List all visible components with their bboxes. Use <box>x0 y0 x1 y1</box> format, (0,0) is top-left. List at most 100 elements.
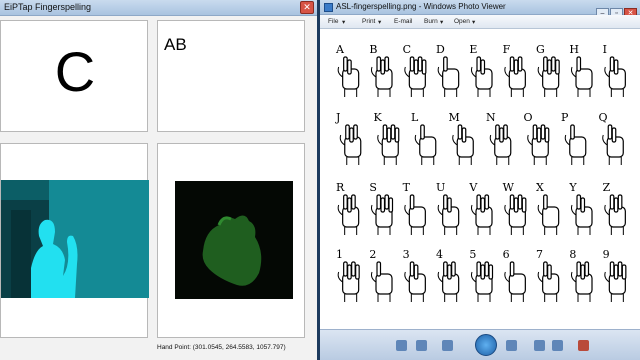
asl-sign-y: Y <box>568 181 593 235</box>
asl-sign-i: I <box>603 43 626 97</box>
asl-sign-label: Z <box>603 181 611 194</box>
hand-point-status: Hand Point: (301.0545, 264.5583, 1057.79… <box>157 344 286 351</box>
previous-icon[interactable] <box>442 340 453 351</box>
asl-sign-label: U <box>436 181 445 194</box>
window-controls: – ▫ ✕ <box>595 2 637 19</box>
asl-sign-7: 7 <box>536 248 560 302</box>
asl-sign-j: J <box>335 111 362 165</box>
asl-sign-label: O <box>524 111 533 124</box>
asl-sign-1: 1 <box>336 248 360 302</box>
asl-sign-c: C <box>403 43 427 97</box>
asl-sign-q: Q <box>599 111 624 165</box>
asl-sign-label: J <box>335 111 340 124</box>
asl-sign-label: Q <box>599 111 608 124</box>
asl-sign-r: R <box>336 181 360 235</box>
hand-segmentation-image <box>175 181 293 299</box>
menu-burn[interactable]: Burn <box>424 18 438 25</box>
asl-sign-h: H <box>569 43 593 97</box>
asl-sign-label: L <box>411 111 419 124</box>
menu-email[interactable]: E-mail <box>394 18 412 25</box>
depth-camera-image <box>1 180 149 298</box>
asl-sign-label: R <box>336 181 345 194</box>
photo-viewer-icon <box>324 3 333 12</box>
asl-sign-e: E <box>469 43 493 97</box>
asl-sign-label: 9 <box>603 248 610 261</box>
asl-sign-p: P <box>561 111 587 165</box>
fit-icon[interactable] <box>416 340 427 351</box>
slideshow-button[interactable] <box>475 334 497 356</box>
asl-sign-label: 5 <box>469 248 476 261</box>
asl-sign-d: D <box>436 43 460 97</box>
asl-sign-label: N <box>486 111 496 124</box>
next-icon[interactable] <box>506 340 517 351</box>
app-client-area: C AB Hand Point: (301.0545, 264.5583, 10… <box>0 16 317 360</box>
asl-sign-label: P <box>561 111 569 124</box>
asl-sign-label: M <box>449 111 460 124</box>
rotate-left-icon[interactable] <box>534 340 545 351</box>
asl-sign-label: 4 <box>436 248 443 261</box>
asl-sign-label: A <box>335 43 345 56</box>
asl-sign-o: O <box>524 111 550 165</box>
title-bar[interactable]: EiPTap Fingerspelling ✕ <box>0 0 317 16</box>
asl-sign-4: 4 <box>436 248 460 302</box>
asl-sign-8: 8 <box>569 248 593 302</box>
asl-sign-w: W <box>503 181 527 235</box>
asl-sign-label: G <box>536 43 545 56</box>
asl-sign-label: B <box>369 43 377 56</box>
current-letter: C <box>54 40 96 103</box>
asl-sign-label: 7 <box>536 248 543 261</box>
asl-sign-label: Y <box>568 181 577 194</box>
asl-sign-l: L <box>411 111 437 165</box>
hand-view-panel <box>157 143 305 338</box>
asl-sign-n: N <box>486 111 512 165</box>
asl-sign-label: I <box>603 43 607 56</box>
rotate-right-icon[interactable] <box>552 340 563 351</box>
menu-bar: File ▾ Print ▾ E-mail Burn ▾ Open ▾ <box>320 15 640 29</box>
current-letter-panel: C <box>0 20 148 132</box>
asl-sign-k: K <box>374 111 400 165</box>
asl-sign-label: 8 <box>569 248 576 261</box>
asl-fingerspelling-chart: A B C D E F G H I J K L M N O P Q R S T U V W X Y Z 1 2 3 4 5 6 7 8 9 <box>335 43 627 302</box>
asl-sign-label: X <box>536 181 544 194</box>
navigation-bar <box>320 329 640 360</box>
asl-sign-b: B <box>369 43 393 97</box>
asl-sign-m: M <box>449 111 474 165</box>
asl-sign-u: U <box>436 181 460 235</box>
asl-sign-label: C <box>403 43 411 56</box>
asl-sign-label: 2 <box>369 248 376 261</box>
asl-sign-label: 6 <box>503 248 510 261</box>
asl-sign-2: 2 <box>369 248 393 302</box>
asl-sign-label: T <box>403 181 411 194</box>
menu-file[interactable]: File <box>328 18 338 25</box>
asl-sign-6: 6 <box>503 248 526 302</box>
asl-sign-label: W <box>503 181 515 194</box>
fingerspelling-window: EiPTap Fingerspelling ✕ C AB Hand Point:… <box>0 0 317 360</box>
menu-print[interactable]: Print <box>362 18 375 25</box>
window-title: ASL-fingerspelling.png - Windows Photo V… <box>336 2 506 11</box>
asl-sign-9: 9 <box>603 248 627 302</box>
zoom-icon[interactable] <box>396 340 407 351</box>
title-bar[interactable]: ASL-fingerspelling.png - Windows Photo V… <box>320 0 640 19</box>
asl-sign-label: S <box>369 181 377 194</box>
asl-sign-label: 3 <box>403 248 410 261</box>
asl-sign-3: 3 <box>403 248 426 302</box>
image-view[interactable]: A B C D E F G H I J K L M N O P Q R S T U V W X Y Z 1 2 3 4 5 6 7 8 9 <box>320 29 640 329</box>
asl-sign-g: G <box>536 43 560 97</box>
asl-sign-label: 1 <box>336 248 343 261</box>
asl-sign-label: K <box>374 111 383 124</box>
asl-sign-f: F <box>503 43 526 97</box>
asl-sign-z: Z <box>603 181 626 235</box>
asl-sign-label: D <box>436 43 445 56</box>
asl-sign-x: X <box>536 181 560 235</box>
close-button[interactable]: ✕ <box>300 1 314 14</box>
asl-sign-v: V <box>468 181 493 235</box>
menu-open[interactable]: Open <box>454 18 470 25</box>
spelled-word-panel: AB <box>157 20 305 132</box>
asl-sign-label: V <box>468 181 478 194</box>
asl-sign-t: T <box>403 181 426 235</box>
asl-sign-label: E <box>469 43 477 56</box>
asl-sign-label: F <box>503 43 511 56</box>
photo-viewer-window: ASL-fingerspelling.png - Windows Photo V… <box>320 0 640 360</box>
delete-icon[interactable] <box>578 340 589 351</box>
spelled-word: AB <box>164 35 187 54</box>
